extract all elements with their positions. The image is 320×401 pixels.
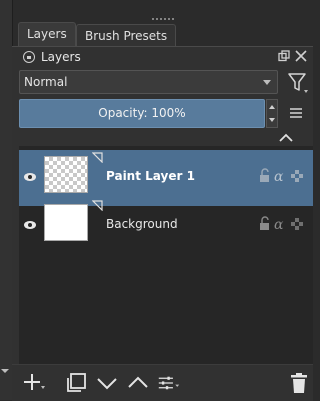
dock-tab-bar: Layers Brush Presets (12, 22, 313, 48)
tab-brush-presets[interactable]: Brush Presets (76, 24, 177, 47)
layer-toolbar (12, 364, 313, 401)
move-down-icon[interactable] (96, 372, 118, 394)
tab-layers[interactable]: Layers (18, 22, 76, 48)
delete-icon[interactable] (288, 372, 310, 394)
add-icon[interactable] (23, 372, 45, 394)
lock-icon[interactable] (23, 51, 35, 63)
layer-name[interactable]: Background (106, 217, 178, 231)
inherit-alpha-icon[interactable] (291, 218, 303, 230)
filter-icon[interactable] (287, 70, 309, 94)
close-icon[interactable] (295, 50, 307, 62)
layer-thumbnail (44, 204, 88, 241)
inherit-alpha-icon[interactable] (291, 170, 303, 182)
chevron-down-icon (263, 80, 271, 85)
dock-drag-grip[interactable] (151, 17, 175, 21)
spin-up-icon[interactable] (269, 105, 275, 109)
move-up-icon[interactable] (127, 372, 149, 394)
layer-name[interactable]: Paint Layer 1 (106, 169, 195, 183)
layer-thumbnail (44, 156, 88, 193)
alpha-lock-icon[interactable]: α (274, 169, 284, 185)
scroll-left-icon[interactable] (0, 365, 10, 375)
collapse-up-icon[interactable] (278, 133, 294, 143)
layer-row-background[interactable]: Background α (19, 198, 313, 254)
visibility-eye-icon[interactable] (23, 170, 37, 184)
opacity-slider[interactable]: Opacity: 100% (19, 99, 265, 128)
menu-icon[interactable] (290, 108, 302, 118)
layer-property-icons: α (260, 168, 303, 185)
alpha-lock-icon[interactable]: α (274, 217, 284, 233)
layer-list: Paint Layer 1 α Background α (19, 146, 313, 370)
blend-mode-select[interactable]: Normal (19, 70, 278, 94)
layer-lock-icon[interactable] (260, 216, 269, 230)
opacity-spinner[interactable] (266, 99, 278, 128)
spin-down-icon[interactable] (269, 118, 275, 122)
blend-mode-value: Normal (24, 75, 68, 89)
panel-title: Layers (41, 50, 81, 64)
duplicate-icon[interactable] (65, 372, 87, 394)
properties-icon[interactable] (158, 372, 180, 394)
layer-lock-icon[interactable] (260, 168, 269, 182)
paint-layer-type-icon (92, 152, 103, 163)
layer-property-icons: α (260, 216, 303, 233)
float-icon[interactable] (278, 50, 290, 62)
visibility-eye-icon[interactable] (23, 218, 37, 232)
paint-layer-type-icon (92, 200, 103, 211)
